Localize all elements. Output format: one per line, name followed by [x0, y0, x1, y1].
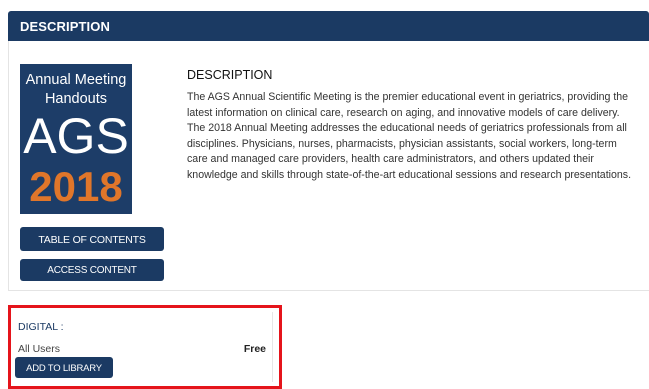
- price-label: Free: [243, 343, 266, 355]
- product-page: DESCRIPTION Annual Meeting Handouts AGS …: [0, 0, 649, 389]
- digital-label: DIGITAL :: [18, 321, 64, 333]
- section-header: DESCRIPTION: [8, 11, 649, 47]
- description-title: DESCRIPTION: [187, 68, 273, 82]
- cover-image: Annual Meeting Handouts AGS 2018: [20, 64, 132, 214]
- add-to-library-button[interactable]: ADD TO LIBRARY: [15, 357, 113, 378]
- cover-title-line1: Annual Meeting: [25, 72, 127, 88]
- cover-year: 2018: [29, 163, 123, 210]
- description-body: The AGS Annual Scientific Meeting is the…: [187, 91, 632, 181]
- section-header-title: DESCRIPTION: [20, 19, 110, 34]
- audience-label: All Users: [18, 343, 61, 355]
- access-content-button[interactable]: ACCESS CONTENT: [20, 259, 164, 281]
- table-of-contents-button[interactable]: TABLE OF CONTENTS: [20, 227, 164, 251]
- cover-org: AGS: [23, 108, 129, 164]
- cover-title-line2: Handouts: [44, 91, 108, 107]
